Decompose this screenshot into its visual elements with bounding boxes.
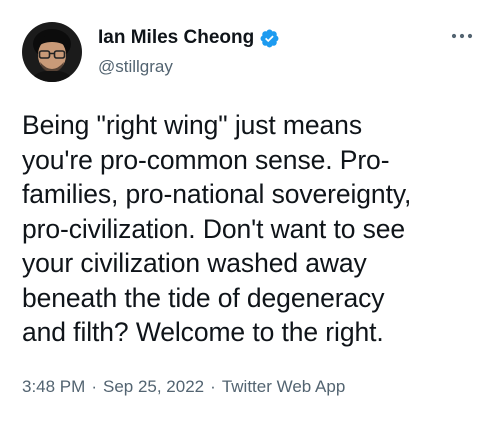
avatar[interactable]	[22, 22, 82, 82]
separator-dot: ·	[210, 377, 216, 396]
tweet-metadata: 3:48 PM · Sep 25, 2022 · Twitter Web App	[22, 377, 345, 397]
tweet-text: Being "right wing" just means you're pro…	[22, 110, 412, 347]
tweet-time[interactable]: 3:48 PM	[22, 377, 85, 396]
separator-dot: ·	[91, 377, 97, 396]
author-display-name[interactable]: Ian Miles Cheong	[98, 27, 254, 49]
tweet-source[interactable]: Twitter Web App	[222, 377, 345, 396]
tweet-date[interactable]: Sep 25, 2022	[103, 377, 204, 396]
more-options-button[interactable]	[448, 26, 476, 46]
more-options-icon	[451, 33, 473, 39]
tweet-card: Ian Miles Cheong @stillgray Being "right…	[0, 0, 500, 422]
avatar-photo-icon	[22, 22, 82, 82]
author-info: Ian Miles Cheong @stillgray	[98, 27, 280, 77]
verified-badge-icon	[259, 28, 280, 49]
author-name-row[interactable]: Ian Miles Cheong	[98, 27, 280, 49]
author-handle[interactable]: @stillgray	[98, 57, 280, 77]
